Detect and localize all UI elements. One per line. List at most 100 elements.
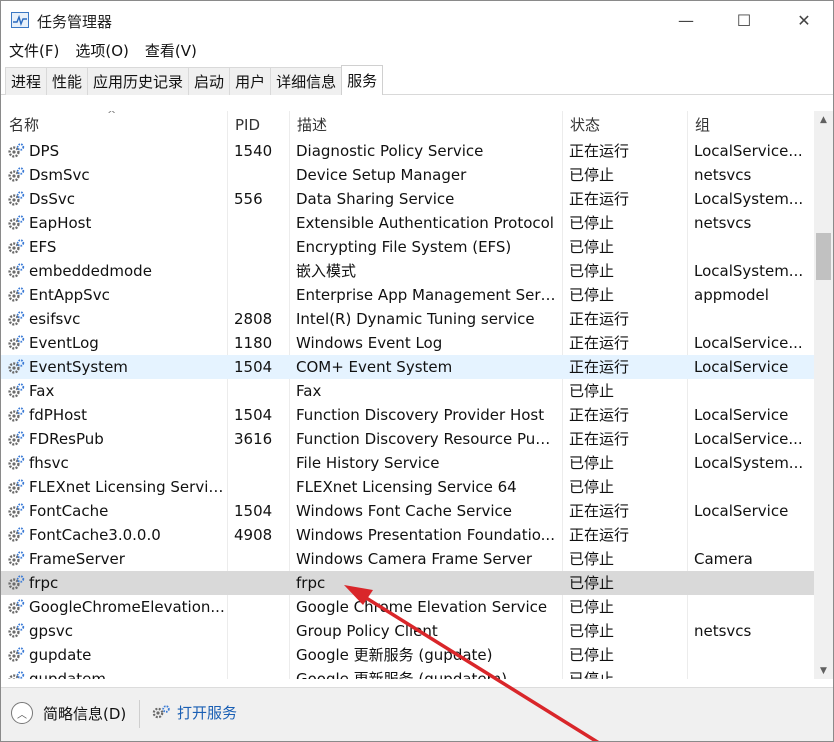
vertical-scrollbar[interactable]: ▲ ▼ bbox=[814, 111, 833, 679]
table-row[interactable]: gpsvc Group Policy Client 已停止 netsvcs bbox=[1, 619, 814, 643]
service-group bbox=[694, 307, 810, 331]
table-row[interactable]: frpc frpc 已停止 bbox=[1, 571, 814, 595]
table-row[interactable]: esifsvc 2808 Intel(R) Dynamic Tuning servi… bbox=[1, 307, 814, 331]
service-pid: 1504 bbox=[234, 358, 273, 376]
service-name: frpc bbox=[29, 574, 59, 592]
table-row[interactable]: EFS Encrypting File System (EFS) 已停止 bbox=[1, 235, 814, 259]
column-header-group[interactable]: 组 bbox=[687, 111, 814, 139]
column-header-name[interactable]: 名称 bbox=[1, 111, 228, 139]
task-manager-window: 任务管理器 — ☐ ✕ 文件(F) 选项(O) 查看(V) 进程 性能 应用历史… bbox=[0, 0, 834, 742]
service-group bbox=[694, 379, 810, 403]
service-status: 已停止 bbox=[569, 646, 615, 664]
table-row[interactable]: fdPHost 1504 Function Discovery Provider H… bbox=[1, 403, 814, 427]
table-row[interactable]: FDResPub 3616 Function Discovery Resource … bbox=[1, 427, 814, 451]
table-row[interactable]: FontCache 1504 Windows Font Cache Service 正… bbox=[1, 499, 814, 523]
service-status: 正在运行 bbox=[569, 406, 630, 424]
table-row[interactable]: GoogleChromeElevation... Google Chrome El… bbox=[1, 595, 814, 619]
service-status: 已停止 bbox=[569, 574, 615, 592]
tab-performance[interactable]: 性能 bbox=[46, 67, 89, 95]
service-pid bbox=[234, 283, 286, 307]
table-row[interactable]: FrameServer Windows Camera Frame Server 已停… bbox=[1, 547, 814, 571]
minimize-button[interactable]: — bbox=[663, 1, 709, 39]
menu-file[interactable]: 文件(F) bbox=[1, 40, 67, 64]
service-group: LocalService bbox=[694, 502, 789, 520]
table-row[interactable]: gupdate Google 更新服务 (gupdate) 已停止 bbox=[1, 643, 814, 667]
service-description: 嵌入模式 bbox=[296, 262, 357, 280]
service-name: DsmSvc bbox=[29, 166, 90, 184]
service-gear-icon bbox=[7, 166, 27, 184]
close-button[interactable]: ✕ bbox=[781, 1, 827, 39]
table-row[interactable]: DsSvc 556 Data Sharing Service 正在运行 LocalSys… bbox=[1, 187, 814, 211]
table-row[interactable]: Fax Fax 已停止 bbox=[1, 379, 814, 403]
table-row[interactable]: embeddedmode 嵌入模式 已停止 LocalSystem... bbox=[1, 259, 814, 283]
table-row[interactable]: EventLog 1180 Windows Event Log 正在运行 LocalSe… bbox=[1, 331, 814, 355]
service-description: FLEXnet Licensing Service 64 bbox=[296, 478, 517, 496]
service-status: 已停止 bbox=[569, 286, 615, 304]
column-header-status[interactable]: 状态 bbox=[562, 111, 688, 139]
service-gear-icon bbox=[7, 478, 27, 496]
service-gear-icon bbox=[7, 430, 27, 448]
table-row[interactable]: DPS 1540 Diagnostic Policy Service 正在运行 Loca… bbox=[1, 139, 814, 163]
service-name: GoogleChromeElevation... bbox=[29, 598, 225, 616]
tab-details[interactable]: 详细信息 bbox=[270, 67, 343, 95]
table-row[interactable]: EventSystem 1504 COM+ Event System 正在运行 Loca… bbox=[1, 355, 814, 379]
service-group bbox=[694, 235, 810, 259]
tab-services[interactable]: 服务 bbox=[341, 65, 384, 95]
scroll-up-arrow-icon[interactable]: ▲ bbox=[814, 111, 833, 128]
table-row[interactable]: fhsvc File History Service 已停止 LocalSystem.… bbox=[1, 451, 814, 475]
service-status: 已停止 bbox=[569, 478, 615, 496]
scroll-thumb[interactable] bbox=[816, 233, 831, 280]
maximize-button[interactable]: ☐ bbox=[721, 1, 767, 39]
service-group: LocalSystem... bbox=[694, 454, 804, 472]
service-status: 已停止 bbox=[569, 670, 615, 679]
fewer-details-button[interactable]: ︿ 简略信息(D) bbox=[11, 702, 126, 724]
table-row[interactable]: EapHost Extensible Authentication Protoco… bbox=[1, 211, 814, 235]
table-row[interactable]: gupdatem Google 更新服务 (gupdatem) 已停止 bbox=[1, 667, 814, 679]
menu-options[interactable]: 选项(O) bbox=[67, 40, 137, 64]
column-header-description[interactable]: 描述 bbox=[289, 111, 563, 139]
tab-processes[interactable]: 进程 bbox=[5, 67, 48, 95]
table-row[interactable]: DsmSvc Device Setup Manager 已停止 netsvcs bbox=[1, 163, 814, 187]
service-group: LocalService bbox=[694, 406, 789, 424]
service-pid bbox=[234, 379, 286, 403]
service-group: netsvcs bbox=[694, 214, 752, 232]
window-title: 任务管理器 bbox=[37, 13, 113, 31]
table-row[interactable]: FLEXnet Licensing Servic... FLEXnet Licen… bbox=[1, 475, 814, 499]
tab-app-history[interactable]: 应用历史记录 bbox=[87, 67, 190, 95]
tab-startup[interactable]: 启动 bbox=[188, 67, 231, 95]
service-pid: 3616 bbox=[234, 430, 273, 448]
service-pid: 2808 bbox=[234, 310, 273, 328]
service-pid: 1504 bbox=[234, 406, 273, 424]
scroll-down-arrow-icon[interactable]: ▼ bbox=[814, 662, 833, 679]
service-pid bbox=[234, 259, 286, 283]
service-name: gupdatem bbox=[29, 670, 106, 679]
column-header-pid[interactable]: PID bbox=[227, 111, 290, 139]
service-pid bbox=[234, 667, 286, 679]
service-name: gpsvc bbox=[29, 622, 73, 640]
footer-bar: ︿ 简略信息(D) 打开服务 bbox=[1, 687, 833, 741]
service-group bbox=[694, 523, 810, 547]
service-description: Google 更新服务 (gupdate) bbox=[296, 646, 493, 664]
service-group: Camera bbox=[694, 550, 753, 568]
table-row[interactable]: EntAppSvc Enterprise App Management Serv.… bbox=[1, 283, 814, 307]
service-gear-icon bbox=[7, 358, 27, 376]
table-row[interactable]: FontCache3.0.0.0 4908 Windows Presentation… bbox=[1, 523, 814, 547]
service-name: FDResPub bbox=[29, 430, 104, 448]
service-group bbox=[694, 475, 810, 499]
service-gear-icon bbox=[7, 382, 27, 400]
menu-view[interactable]: 查看(V) bbox=[137, 40, 205, 64]
service-gear-icon bbox=[7, 646, 27, 664]
service-description: Diagnostic Policy Service bbox=[296, 142, 484, 160]
service-gear-icon bbox=[7, 190, 27, 208]
service-pid bbox=[234, 643, 286, 667]
service-status: 已停止 bbox=[569, 454, 615, 472]
service-description: Function Discovery Resource Publ... bbox=[296, 430, 558, 448]
service-group: appmodel bbox=[694, 286, 769, 304]
chevron-up-icon: ︿ bbox=[11, 702, 33, 724]
service-name: DsSvc bbox=[29, 190, 76, 208]
service-gear-icon bbox=[7, 574, 27, 592]
service-description: Extensible Authentication Protocol bbox=[296, 214, 554, 232]
tab-users[interactable]: 用户 bbox=[229, 67, 272, 95]
open-services-link[interactable]: 打开服务 bbox=[151, 702, 237, 723]
service-gear-icon bbox=[7, 142, 27, 160]
